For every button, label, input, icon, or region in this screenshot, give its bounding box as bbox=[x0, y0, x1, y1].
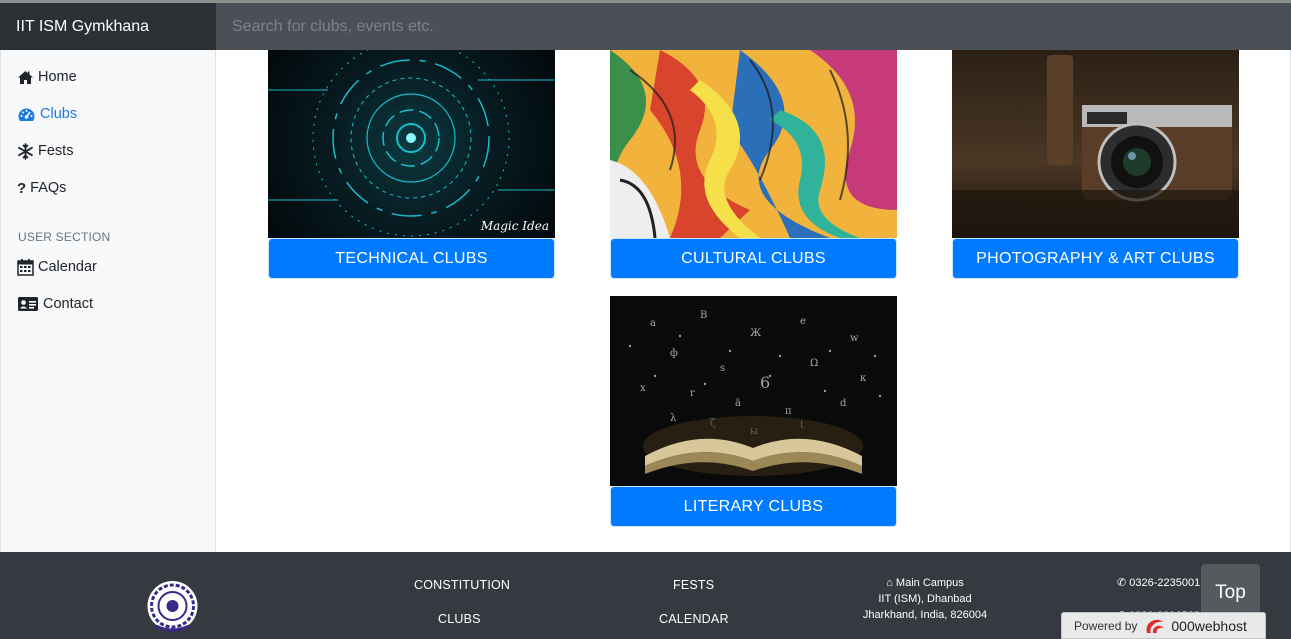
literary-clubs-button[interactable]: LITERARY CLUBS bbox=[611, 487, 896, 526]
svg-text:d: d bbox=[840, 398, 847, 409]
svg-text:w: w bbox=[850, 333, 859, 344]
svg-text:Ω: Ω bbox=[810, 358, 818, 369]
technical-clubs-image: Magic Idea bbox=[268, 50, 555, 238]
phone-icon: ✆ bbox=[1117, 577, 1127, 589]
sidebar: Home Clubs Fests ? FAQs USER SECTION Cal… bbox=[0, 50, 216, 552]
search-input[interactable] bbox=[216, 3, 1291, 50]
sidebar-item-label: Clubs bbox=[40, 106, 78, 122]
photography-art-clubs-button[interactable]: PHOTOGRAPHY & ART CLUBS bbox=[953, 239, 1238, 278]
footer-link-clubs[interactable]: CLUBS bbox=[438, 612, 481, 626]
powered-by-badge[interactable]: Powered by 000webhost bbox=[1061, 612, 1266, 639]
svg-text:ф: ф bbox=[670, 348, 678, 359]
photography-art-clubs-card[interactable]: PHOTOGRAPHY & ART CLUBS bbox=[952, 50, 1239, 278]
svg-text:Ж: Ж bbox=[750, 328, 762, 339]
top-navbar: IIT ISM Gymkhana bbox=[0, 0, 1291, 50]
svg-text:п: п bbox=[785, 406, 792, 417]
cultural-clubs-card[interactable]: CULTURAL CLUBS bbox=[610, 50, 897, 278]
literary-clubs-image: aBЖew фs6Ωк xräпd ζыtλ bbox=[610, 296, 897, 486]
svg-text:e: e bbox=[800, 316, 806, 327]
svg-text:a: a bbox=[650, 318, 656, 329]
sidebar-item-faqs[interactable]: ? FAQs bbox=[17, 177, 66, 199]
footer-link-constitution[interactable]: CONSTITUTION bbox=[414, 578, 510, 592]
dashboard-icon bbox=[18, 108, 35, 121]
technical-clubs-button[interactable]: TECHNICAL CLUBS bbox=[269, 239, 554, 278]
sidebar-item-calendar[interactable]: Calendar bbox=[17, 256, 97, 278]
sidebar-item-contact[interactable]: Contact bbox=[17, 293, 93, 315]
user-section-heading: USER SECTION bbox=[18, 230, 111, 244]
snowflake-icon bbox=[18, 142, 33, 160]
sidebar-item-home[interactable]: Home bbox=[17, 66, 77, 88]
technical-clubs-card[interactable]: Magic Idea TECHNICAL CLUBS bbox=[268, 50, 555, 278]
watermark-text: Magic Idea bbox=[480, 219, 549, 233]
footer-address: ⌂ Main Campus IIT (ISM), Dhanbad Jharkha… bbox=[862, 577, 988, 621]
svg-text:λ: λ bbox=[670, 413, 677, 424]
sidebar-item-label: Fests bbox=[38, 143, 74, 159]
svg-text:ä: ä bbox=[735, 398, 741, 409]
book-letters-graphic: aBЖew фs6Ωк xräпd ζыtλ bbox=[610, 296, 897, 486]
sidebar-item-fests[interactable]: Fests bbox=[17, 140, 73, 162]
literary-clubs-card[interactable]: aBЖew фs6Ωк xräпd ζыtλ LITERARY CLUBS bbox=[610, 296, 897, 526]
home-icon bbox=[18, 70, 33, 84]
id-card-icon bbox=[18, 297, 38, 311]
graffiti-graphic bbox=[610, 50, 897, 238]
footer-link-calendar[interactable]: CALENDAR bbox=[659, 612, 729, 626]
question-icon: ? bbox=[17, 179, 27, 197]
calendar-icon bbox=[17, 259, 34, 276]
footer-link-fests[interactable]: FESTS bbox=[673, 578, 714, 592]
svg-text:к: к bbox=[860, 373, 867, 384]
camera-graphic bbox=[952, 50, 1239, 238]
svg-text:s: s bbox=[720, 363, 725, 374]
webhost-logo-icon bbox=[1146, 619, 1165, 633]
svg-text:6: 6 bbox=[760, 373, 770, 392]
iit-ism-logo bbox=[147, 581, 198, 632]
svg-text:x: x bbox=[640, 383, 646, 394]
sidebar-item-label: Calendar bbox=[38, 259, 97, 275]
tech-circuit-graphic bbox=[268, 50, 555, 237]
photography-art-clubs-image bbox=[952, 50, 1239, 238]
home-icon: ⌂ bbox=[886, 577, 893, 589]
svg-text:r: r bbox=[690, 388, 695, 399]
footer-phone: ✆ 0326-2235001 bbox=[1117, 577, 1201, 589]
brand-title[interactable]: IIT ISM Gymkhana bbox=[0, 3, 216, 50]
sidebar-item-label: FAQs bbox=[30, 180, 67, 196]
sidebar-item-clubs[interactable]: Clubs bbox=[17, 103, 77, 125]
sidebar-item-label: Contact bbox=[43, 296, 93, 312]
sidebar-item-label: Home bbox=[38, 69, 77, 85]
main-content: Magic Idea TECHNICAL CLUBS CULTURAL CLUB… bbox=[216, 50, 1291, 552]
cultural-clubs-image bbox=[610, 50, 897, 238]
cultural-clubs-button[interactable]: CULTURAL CLUBS bbox=[611, 239, 896, 278]
svg-text:B: B bbox=[700, 310, 707, 321]
